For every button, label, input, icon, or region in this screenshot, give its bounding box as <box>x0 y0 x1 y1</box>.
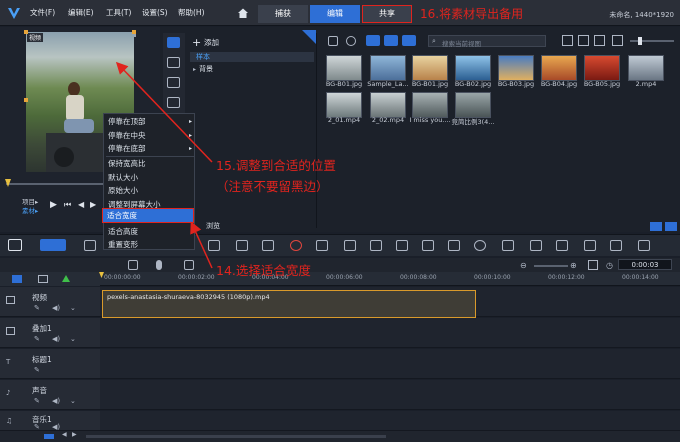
annotation-step-14: 14.选择适合宽度 <box>216 263 311 278</box>
annotation-step-15-line1: 15.调整到合适的位置 <box>216 158 336 173</box>
annotation-arrows <box>115 61 213 269</box>
annotation-step-15-line2: （注意不要留黑边） <box>216 179 329 194</box>
app-window: 文件(F) 编辑(E) 工具(T) 设置(S) 帮助(H) 捕获 编辑 共享 1… <box>0 0 680 442</box>
